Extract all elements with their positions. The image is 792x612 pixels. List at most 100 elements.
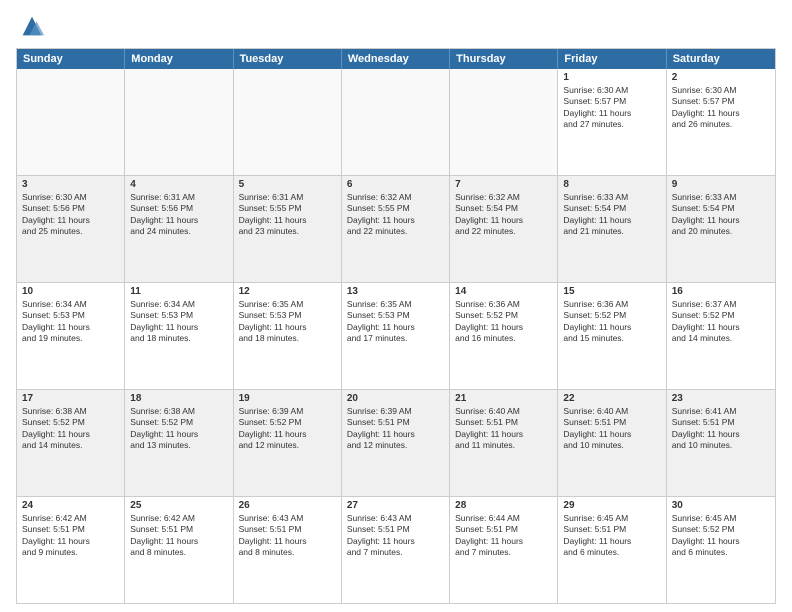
day-info: Sunrise: 6:33 AMSunset: 5:54 PMDaylight:… — [563, 192, 660, 238]
day-number: 3 — [22, 179, 119, 190]
day-number: 17 — [22, 393, 119, 404]
header-cell-friday: Friday — [558, 49, 666, 69]
day-info: Sunrise: 6:32 AMSunset: 5:54 PMDaylight:… — [455, 192, 552, 238]
calendar: SundayMondayTuesdayWednesdayThursdayFrid… — [16, 48, 776, 604]
calendar-cell: 26 Sunrise: 6:43 AMSunset: 5:51 PMDayligh… — [234, 497, 342, 603]
calendar-cell: 20Sunrise: 6:39 AMSunset: 5:51 PMDayligh… — [342, 390, 450, 496]
day-number: 11 — [130, 286, 227, 297]
calendar-cell: 27 Sunrise: 6:43 AMSunset: 5:51 PMDayligh… — [342, 497, 450, 603]
calendar-cell: 30 Sunrise: 6:45 AMSunset: 5:52 PMDayligh… — [667, 497, 775, 603]
day-number: 4 — [130, 179, 227, 190]
day-info: Sunrise: 6:42 AMSunset: 5:51 PMDaylight:… — [130, 513, 227, 559]
calendar-cell: 21 Sunrise: 6:40 AMSunset: 5:51 PMDayligh… — [450, 390, 558, 496]
day-number: 15 — [563, 286, 660, 297]
day-number: 14 — [455, 286, 552, 297]
day-info: Sunrise: 6:30 AMSunset: 5:57 PMDaylight:… — [563, 85, 660, 131]
day-info: Sunrise: 6:36 AMSunset: 5:52 PMDaylight:… — [455, 299, 552, 345]
logo-icon — [18, 12, 46, 40]
day-info: Sunrise: 6:34 AMSunset: 5:53 PMDaylight:… — [130, 299, 227, 345]
header-cell-sunday: Sunday — [17, 49, 125, 69]
calendar-cell: 8 Sunrise: 6:33 AMSunset: 5:54 PMDaylight… — [558, 176, 666, 282]
calendar-cell — [17, 69, 125, 175]
day-info: Sunrise: 6:38 AMSunset: 5:52 PMDaylight:… — [22, 406, 119, 452]
calendar-cell: 15 Sunrise: 6:36 AMSunset: 5:52 PMDayligh… — [558, 283, 666, 389]
calendar-cell — [342, 69, 450, 175]
day-number: 24 — [22, 500, 119, 511]
calendar-cell: 6 Sunrise: 6:32 AMSunset: 5:55 PMDaylight… — [342, 176, 450, 282]
day-number: 7 — [455, 179, 552, 190]
day-number: 18 — [130, 393, 227, 404]
day-info: Sunrise: 6:36 AMSunset: 5:52 PMDaylight:… — [563, 299, 660, 345]
day-info: Sunrise: 6:41 AMSunset: 5:51 PMDaylight:… — [672, 406, 770, 452]
calendar-body: 1 Sunrise: 6:30 AMSunset: 5:57 PMDaylight… — [17, 69, 775, 603]
day-info: Sunrise: 6:39 AMSunset: 5:51 PMDaylight:… — [347, 406, 444, 452]
day-info: Sunrise: 6:43 AMSunset: 5:51 PMDaylight:… — [239, 513, 336, 559]
calendar-cell — [450, 69, 558, 175]
calendar-cell: 18 Sunrise: 6:38 AMSunset: 5:52 PMDayligh… — [125, 390, 233, 496]
page: SundayMondayTuesdayWednesdayThursdayFrid… — [0, 0, 792, 612]
calendar-cell: 11 Sunrise: 6:34 AMSunset: 5:53 PMDayligh… — [125, 283, 233, 389]
day-number: 5 — [239, 179, 336, 190]
calendar-cell: 9 Sunrise: 6:33 AMSunset: 5:54 PMDaylight… — [667, 176, 775, 282]
day-number: 12 — [239, 286, 336, 297]
calendar-cell: 23Sunrise: 6:41 AMSunset: 5:51 PMDayligh… — [667, 390, 775, 496]
day-info: Sunrise: 6:35 AMSunset: 5:53 PMDaylight:… — [347, 299, 444, 345]
day-number: 6 — [347, 179, 444, 190]
calendar-cell: 17 Sunrise: 6:38 AMSunset: 5:52 PMDayligh… — [17, 390, 125, 496]
day-info: Sunrise: 6:30 AMSunset: 5:57 PMDaylight:… — [672, 85, 770, 131]
day-number: 2 — [672, 72, 770, 83]
day-info: Sunrise: 6:39 AMSunset: 5:52 PMDaylight:… — [239, 406, 336, 452]
calendar-row-2: 10 Sunrise: 6:34 AMSunset: 5:53 PMDayligh… — [17, 282, 775, 389]
day-number: 16 — [672, 286, 770, 297]
day-info: Sunrise: 6:38 AMSunset: 5:52 PMDaylight:… — [130, 406, 227, 452]
calendar-cell: 12 Sunrise: 6:35 AMSunset: 5:53 PMDayligh… — [234, 283, 342, 389]
calendar-cell: 3 Sunrise: 6:30 AMSunset: 5:56 PMDaylight… — [17, 176, 125, 282]
day-info: Sunrise: 6:30 AMSunset: 5:56 PMDaylight:… — [22, 192, 119, 238]
day-number: 13 — [347, 286, 444, 297]
header-cell-thursday: Thursday — [450, 49, 558, 69]
calendar-cell: 2 Sunrise: 6:30 AMSunset: 5:57 PMDaylight… — [667, 69, 775, 175]
day-info: Sunrise: 6:35 AMSunset: 5:53 PMDaylight:… — [239, 299, 336, 345]
calendar-cell: 13 Sunrise: 6:35 AMSunset: 5:53 PMDayligh… — [342, 283, 450, 389]
calendar-row-3: 17 Sunrise: 6:38 AMSunset: 5:52 PMDayligh… — [17, 389, 775, 496]
day-number: 25 — [130, 500, 227, 511]
day-number: 28 — [455, 500, 552, 511]
day-info: Sunrise: 6:45 AMSunset: 5:52 PMDaylight:… — [672, 513, 770, 559]
day-info: Sunrise: 6:32 AMSunset: 5:55 PMDaylight:… — [347, 192, 444, 238]
calendar-row-1: 3 Sunrise: 6:30 AMSunset: 5:56 PMDaylight… — [17, 175, 775, 282]
day-number: 21 — [455, 393, 552, 404]
calendar-header: SundayMondayTuesdayWednesdayThursdayFrid… — [17, 49, 775, 69]
day-info: Sunrise: 6:42 AMSunset: 5:51 PMDaylight:… — [22, 513, 119, 559]
calendar-cell — [234, 69, 342, 175]
calendar-cell: 24 Sunrise: 6:42 AMSunset: 5:51 PMDayligh… — [17, 497, 125, 603]
calendar-cell — [125, 69, 233, 175]
header-cell-wednesday: Wednesday — [342, 49, 450, 69]
calendar-cell: 10 Sunrise: 6:34 AMSunset: 5:53 PMDayligh… — [17, 283, 125, 389]
day-number: 8 — [563, 179, 660, 190]
calendar-cell: 25 Sunrise: 6:42 AMSunset: 5:51 PMDayligh… — [125, 497, 233, 603]
day-number: 30 — [672, 500, 770, 511]
calendar-cell: 5 Sunrise: 6:31 AMSunset: 5:55 PMDaylight… — [234, 176, 342, 282]
day-number: 1 — [563, 72, 660, 83]
day-info: Sunrise: 6:40 AMSunset: 5:51 PMDaylight:… — [455, 406, 552, 452]
calendar-cell: 16 Sunrise: 6:37 AMSunset: 5:52 PMDayligh… — [667, 283, 775, 389]
calendar-cell: 29Sunrise: 6:45 AMSunset: 5:51 PMDayligh… — [558, 497, 666, 603]
day-info: Sunrise: 6:31 AMSunset: 5:55 PMDaylight:… — [239, 192, 336, 238]
day-info: Sunrise: 6:34 AMSunset: 5:53 PMDaylight:… — [22, 299, 119, 345]
day-number: 27 — [347, 500, 444, 511]
header-cell-monday: Monday — [125, 49, 233, 69]
day-info: Sunrise: 6:37 AMSunset: 5:52 PMDaylight:… — [672, 299, 770, 345]
calendar-cell: 14 Sunrise: 6:36 AMSunset: 5:52 PMDayligh… — [450, 283, 558, 389]
day-number: 29 — [563, 500, 660, 511]
day-number: 9 — [672, 179, 770, 190]
calendar-row-4: 24 Sunrise: 6:42 AMSunset: 5:51 PMDayligh… — [17, 496, 775, 603]
calendar-cell: 19Sunrise: 6:39 AMSunset: 5:52 PMDayligh… — [234, 390, 342, 496]
calendar-row-0: 1 Sunrise: 6:30 AMSunset: 5:57 PMDaylight… — [17, 69, 775, 175]
day-info: Sunrise: 6:44 AMSunset: 5:51 PMDaylight:… — [455, 513, 552, 559]
day-info: Sunrise: 6:33 AMSunset: 5:54 PMDaylight:… — [672, 192, 770, 238]
day-number: 10 — [22, 286, 119, 297]
day-info: Sunrise: 6:43 AMSunset: 5:51 PMDaylight:… — [347, 513, 444, 559]
calendar-cell: 7 Sunrise: 6:32 AMSunset: 5:54 PMDaylight… — [450, 176, 558, 282]
day-number: 26 — [239, 500, 336, 511]
day-info: Sunrise: 6:31 AMSunset: 5:56 PMDaylight:… — [130, 192, 227, 238]
